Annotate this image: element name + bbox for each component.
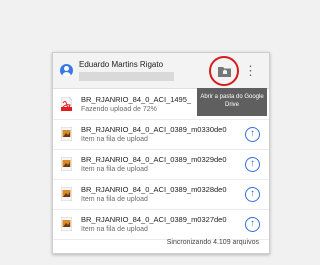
- account-header: Eduardo Martins Rigato ⋮: [53, 53, 269, 89]
- file-status: Item na fila de upload: [81, 226, 148, 233]
- upload-arrow-icon[interactable]: ↑: [245, 127, 260, 142]
- sync-status-footer: Sincronizando 4.109 arquivos: [53, 239, 269, 253]
- image-file-icon: [61, 217, 72, 231]
- file-row[interactable]: BR_RJANRIO_84_0_ACI_0389_m0328de0 Item n…: [53, 180, 269, 210]
- sync-status-text: Sincronizando 4.109 arquivos: [166, 239, 259, 246]
- file-row[interactable]: BR_RJANRIO_84_0_ACI_0389_m0327de0 Item n…: [53, 210, 269, 240]
- more-options-icon[interactable]: ⋮: [244, 63, 257, 79]
- file-status: Item na fila de upload: [81, 196, 148, 203]
- file-name: BR_RJANRIO_84_0_ACI_0389_m0328de0: [81, 185, 227, 194]
- upload-arrow-icon[interactable]: ↑: [245, 217, 260, 232]
- image-file-icon: [61, 157, 72, 171]
- file-row[interactable]: BR_RJANRIO_84_0_ACI_0389_m0330de0 Item n…: [53, 120, 269, 150]
- file-name: BR_RJANRIO_84_0_ACI_0389_m0329de0: [81, 155, 227, 164]
- upload-arrow-icon[interactable]: ↑: [245, 157, 260, 172]
- tooltip: Abrir a pasta do Google Drive: [197, 88, 267, 116]
- redacted-email: [79, 72, 174, 81]
- image-file-icon: [61, 127, 72, 141]
- file-row[interactable]: BR_RJANRIO_84_0_ACI_0389_m0329de0 Item n…: [53, 150, 269, 180]
- file-name: BR_RJANRIO_84_0_ACI_0389_m0330de0: [81, 125, 227, 134]
- file-status: Fazendo upload de 72%: [81, 106, 157, 113]
- pdf-file-icon: [61, 97, 72, 111]
- upload-arrow-icon[interactable]: ↑: [245, 187, 260, 202]
- file-status: Item na fila de upload: [81, 166, 148, 173]
- account-avatar-icon: [60, 64, 73, 77]
- folder-icon: [218, 67, 231, 77]
- drive-sync-panel: Eduardo Martins Rigato ⋮ Abrir a pasta d…: [52, 52, 270, 254]
- file-status: Item na fila de upload: [81, 136, 148, 143]
- open-drive-folder-button[interactable]: [209, 56, 239, 86]
- file-name: BR_RJANRIO_84_0_ACI_0389_m0327de0: [81, 215, 227, 224]
- image-file-icon: [61, 187, 72, 201]
- user-name: Eduardo Martins Rigato: [79, 60, 164, 69]
